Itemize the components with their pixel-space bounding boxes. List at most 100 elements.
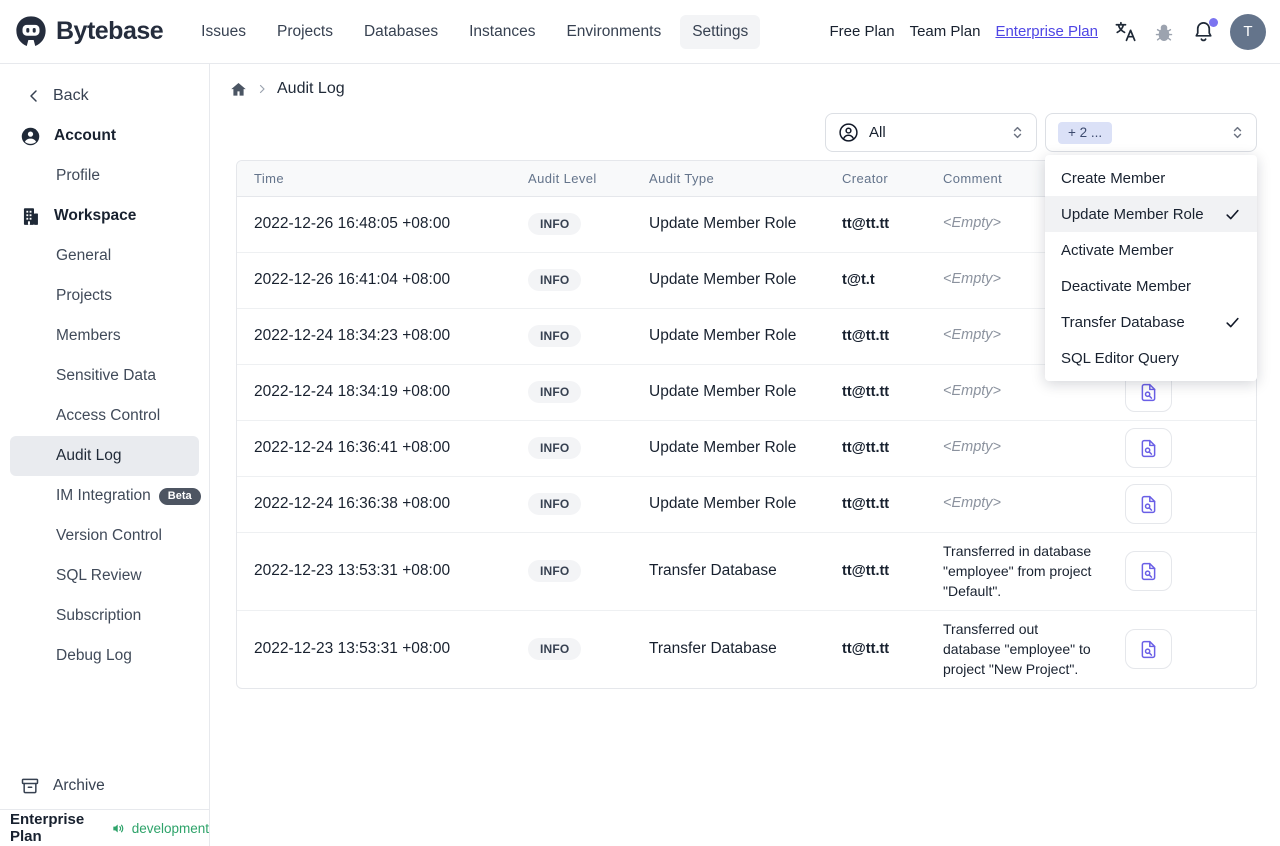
sidebar-item-members[interactable]: Members <box>10 316 199 356</box>
file-search-icon <box>1141 383 1156 401</box>
menu-item-label: Transfer Database <box>1061 313 1185 331</box>
group-label: Account <box>54 127 116 144</box>
audit-type-cell: Update Member Role <box>632 251 825 308</box>
audit-level-cell: INFO <box>511 307 632 364</box>
time-cell: 2022-12-24 18:34:19 +08:00 <box>237 363 511 420</box>
creator-filter-select[interactable]: All <box>825 113 1037 152</box>
filter-toolbar: All + 2 ... <box>210 113 1257 152</box>
audit-type-cell: Update Member Role <box>649 215 797 232</box>
action-cell <box>1108 531 1256 610</box>
back-label: Back <box>53 87 89 104</box>
bytebase-logo[interactable]: Bytebase <box>14 15 164 49</box>
nav-settings[interactable]: Settings <box>680 14 761 49</box>
environment-label: development <box>131 820 209 836</box>
info-badge: INFO <box>528 493 582 515</box>
info-badge: INFO <box>528 325 582 347</box>
time-cell: 2022-12-23 13:53:31 +08:00 <box>237 531 511 610</box>
menu-item-activate-member[interactable]: Activate Member <box>1045 232 1257 268</box>
file-search-icon <box>1141 495 1156 513</box>
bug-report-icon[interactable] <box>1152 20 1176 44</box>
menu-item-label: Update Member Role <box>1061 205 1204 223</box>
view-detail-button[interactable] <box>1125 551 1172 591</box>
menu-item-transfer-database[interactable]: Transfer Database <box>1045 304 1257 340</box>
audit-type-cell: Transfer Database <box>632 609 825 688</box>
creator-cell: tt@tt.tt <box>825 307 926 364</box>
sidebar-group-workspace: Workspace <box>0 196 209 236</box>
notification-bell-icon[interactable] <box>1191 17 1218 44</box>
time-cell: 2022-12-24 18:34:23 +08:00 <box>237 307 511 364</box>
action-cell <box>1108 609 1256 688</box>
sidebar-group-account: Account <box>0 116 209 156</box>
nav-environments[interactable]: Environments <box>554 15 673 49</box>
column-header-audit-level: Audit Level <box>511 161 632 197</box>
notification-dot <box>1209 17 1218 27</box>
audit-log-row: 2022-12-24 16:36:38 +08:00 INFO Update M… <box>237 475 1256 532</box>
back-button[interactable]: Back <box>0 76 209 116</box>
file-search-icon <box>1141 640 1156 658</box>
sidebar-item-general[interactable]: General <box>10 236 199 276</box>
comment-cell: Transferred in database "employee" from … <box>926 531 1108 610</box>
audit-log-row: 2022-12-24 16:36:41 +08:00 INFO Update M… <box>237 419 1256 476</box>
creator-cell: tt@tt.tt <box>825 609 926 688</box>
sidebar-item-sensitive-data[interactable]: Sensitive Data <box>10 356 199 396</box>
audit-type-filter-select[interactable]: + 2 ... <box>1045 113 1257 152</box>
group-label: Workspace <box>54 207 137 224</box>
comment-cell: <Empty> <box>926 475 1108 532</box>
column-header-time: Time <box>237 161 511 197</box>
info-badge: INFO <box>528 638 582 661</box>
menu-item-update-member-role[interactable]: Update Member Role <box>1045 196 1257 232</box>
comment-cell: Transferred out database "employee" to p… <box>926 609 1108 688</box>
view-detail-button[interactable] <box>1125 629 1172 670</box>
audit-type-dropdown-menu: Create Member Update Member Role Activat… <box>1045 155 1257 381</box>
sidebar-item-im-integration[interactable]: IM Integration Beta <box>10 476 201 516</box>
audit-type-cell: Update Member Role <box>632 419 825 476</box>
sidebar-item-version-control[interactable]: Version Control <box>10 516 199 556</box>
creator-filter-value: All <box>869 124 886 141</box>
audit-type-filter-summary: + 2 ... <box>1058 121 1113 144</box>
nav-instances[interactable]: Instances <box>457 15 547 49</box>
audit-level-cell: INFO <box>511 475 632 532</box>
audit-log-row: 2022-12-23 13:53:31 +08:00 INFO Transfer… <box>237 609 1256 688</box>
building-icon <box>23 207 38 225</box>
avatar[interactable]: T <box>1230 13 1266 50</box>
comment-cell: <Empty> <box>926 419 1108 476</box>
view-detail-button[interactable] <box>1125 484 1172 524</box>
enterprise-plan-link[interactable]: Enterprise Plan <box>995 23 1098 40</box>
free-plan-link[interactable]: Free Plan <box>830 23 895 40</box>
nav-databases[interactable]: Databases <box>352 15 450 49</box>
audit-level-cell: INFO <box>511 419 632 476</box>
nav-issues[interactable]: Issues <box>189 15 258 49</box>
sidebar-item-projects[interactable]: Projects <box>10 276 199 316</box>
home-icon[interactable] <box>230 81 247 98</box>
sidebar-item-subscription[interactable]: Subscription <box>10 596 199 636</box>
current-plan-label: Enterprise Plan <box>10 811 85 845</box>
nav-projects[interactable]: Projects <box>265 15 345 49</box>
audit-type-cell: Update Member Role <box>632 307 825 364</box>
sidebar-footer: Enterprise Plan development <box>0 809 209 846</box>
team-plan-link[interactable]: Team Plan <box>910 23 981 40</box>
info-badge: INFO <box>528 269 582 291</box>
time-cell: 2022-12-26 16:48:05 +08:00 <box>254 215 451 232</box>
menu-item-create-member[interactable]: Create Member <box>1045 160 1257 196</box>
sidebar-item-debug-log[interactable]: Debug Log <box>10 636 199 676</box>
menu-item-label: SQL Editor Query <box>1061 349 1179 367</box>
menu-item-sql-editor-query[interactable]: SQL Editor Query <box>1045 340 1257 376</box>
creator-cell: tt@tt.tt <box>825 531 926 610</box>
sidebar-item-audit-log[interactable]: Audit Log <box>10 436 199 476</box>
view-detail-button[interactable] <box>1125 428 1172 468</box>
selector-icon <box>1013 126 1022 139</box>
menu-item-deactivate-member[interactable]: Deactivate Member <box>1045 268 1257 304</box>
sidebar-item-profile[interactable]: Profile <box>10 156 199 196</box>
sidebar-item-access-control[interactable]: Access Control <box>10 396 199 436</box>
audit-level-cell: INFO <box>511 609 632 688</box>
settings-sidebar: Back Account Profile Workspace General P… <box>0 64 210 846</box>
sidebar-item-sql-review[interactable]: SQL Review <box>10 556 199 596</box>
archive-icon <box>21 778 39 794</box>
time-cell: 2022-12-24 16:36:41 +08:00 <box>237 419 511 476</box>
time-cell: 2022-12-26 16:41:04 +08:00 <box>237 251 511 308</box>
beta-badge: Beta <box>158 487 201 505</box>
sidebar-item-archive[interactable]: Archive <box>0 763 209 809</box>
translate-icon[interactable] <box>1113 20 1137 44</box>
creator-cell: tt@tt.tt <box>825 475 926 532</box>
volume-icon <box>113 824 124 832</box>
